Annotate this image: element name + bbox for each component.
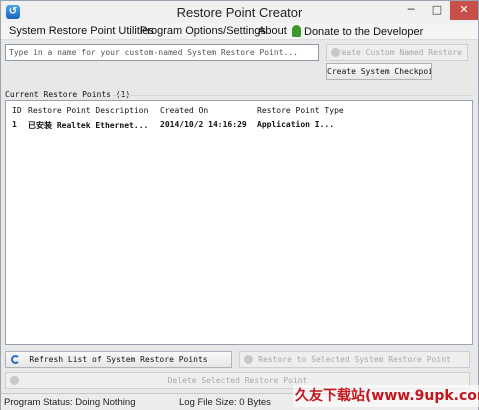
menu-program-options-settings[interactable]: Program Options/Settings	[140, 25, 266, 37]
refresh-list-button[interactable]: Refresh List of System Restore Points	[5, 351, 232, 368]
restore-selected-label: Restore to Selected System Restore Point	[258, 355, 451, 364]
create-custom-restore-button[interactable]: Create Custom Named Restore	[326, 44, 468, 61]
restore-point-icon	[331, 48, 340, 57]
menu-donate[interactable]: Donate to the Developer	[292, 25, 423, 38]
menu-system-restore-point-utilities[interactable]: System Restore Point Utilities	[9, 25, 154, 37]
restore-points-group-label: Current Restore Points (1)	[5, 90, 131, 99]
row-description: 已安装 Realtek Ethernet...	[28, 121, 149, 130]
restore-points-list[interactable]: ID Restore Point Description Created On …	[5, 100, 473, 345]
list-header: ID Restore Point Description Created On …	[6, 106, 472, 118]
maximize-button[interactable]: □	[424, 1, 450, 20]
column-header-created-on[interactable]: Created On	[160, 106, 256, 115]
menu-bar: System Restore Point Utilities Program O…	[1, 23, 478, 40]
delete-selected-label: Delete Selected Restore Point	[167, 376, 308, 385]
minimize-button[interactable]: ─	[398, 1, 424, 20]
group-divider	[113, 95, 473, 96]
watermark-text: 久友下载站(www.9upk.com)	[293, 385, 479, 407]
program-status: Program Status: Doing Nothing	[4, 397, 136, 408]
log-file-size: Log File Size: 0 Bytes	[179, 397, 271, 408]
column-header-id[interactable]: ID	[12, 106, 28, 115]
row-type: Application I...	[257, 120, 335, 129]
create-custom-restore-label: Create Custom Named Restore	[331, 48, 463, 57]
restore-icon	[244, 355, 253, 364]
create-system-checkpoint-button[interactable]: Create System Checkpoint	[326, 63, 432, 80]
row-created-on: 2014/10/2 14:16:29	[160, 120, 247, 129]
refresh-list-label: Refresh List of System Restore Points	[29, 355, 208, 364]
column-header-description[interactable]: Restore Point Description	[28, 106, 158, 115]
menu-about[interactable]: About	[258, 25, 287, 37]
restore-selected-button[interactable]: Restore to Selected System Restore Point	[239, 351, 470, 368]
column-header-type[interactable]: Restore Point Type	[257, 106, 362, 115]
restore-point-name-input[interactable]	[5, 44, 319, 61]
refresh-icon	[11, 355, 20, 364]
main-window: ↺ Restore Point Creator ─ □ ✕ System Res…	[0, 0, 479, 410]
row-id: 1	[12, 120, 17, 129]
leaf-icon	[292, 25, 301, 37]
title-bar[interactable]: ↺ Restore Point Creator ─ □ ✕	[1, 1, 478, 23]
menu-donate-label: Donate to the Developer	[304, 26, 424, 38]
close-button[interactable]: ✕	[450, 1, 478, 20]
delete-icon	[10, 376, 19, 385]
list-item[interactable]: 1 已安装 Realtek Ethernet... 2014/10/2 14:1…	[6, 120, 472, 132]
